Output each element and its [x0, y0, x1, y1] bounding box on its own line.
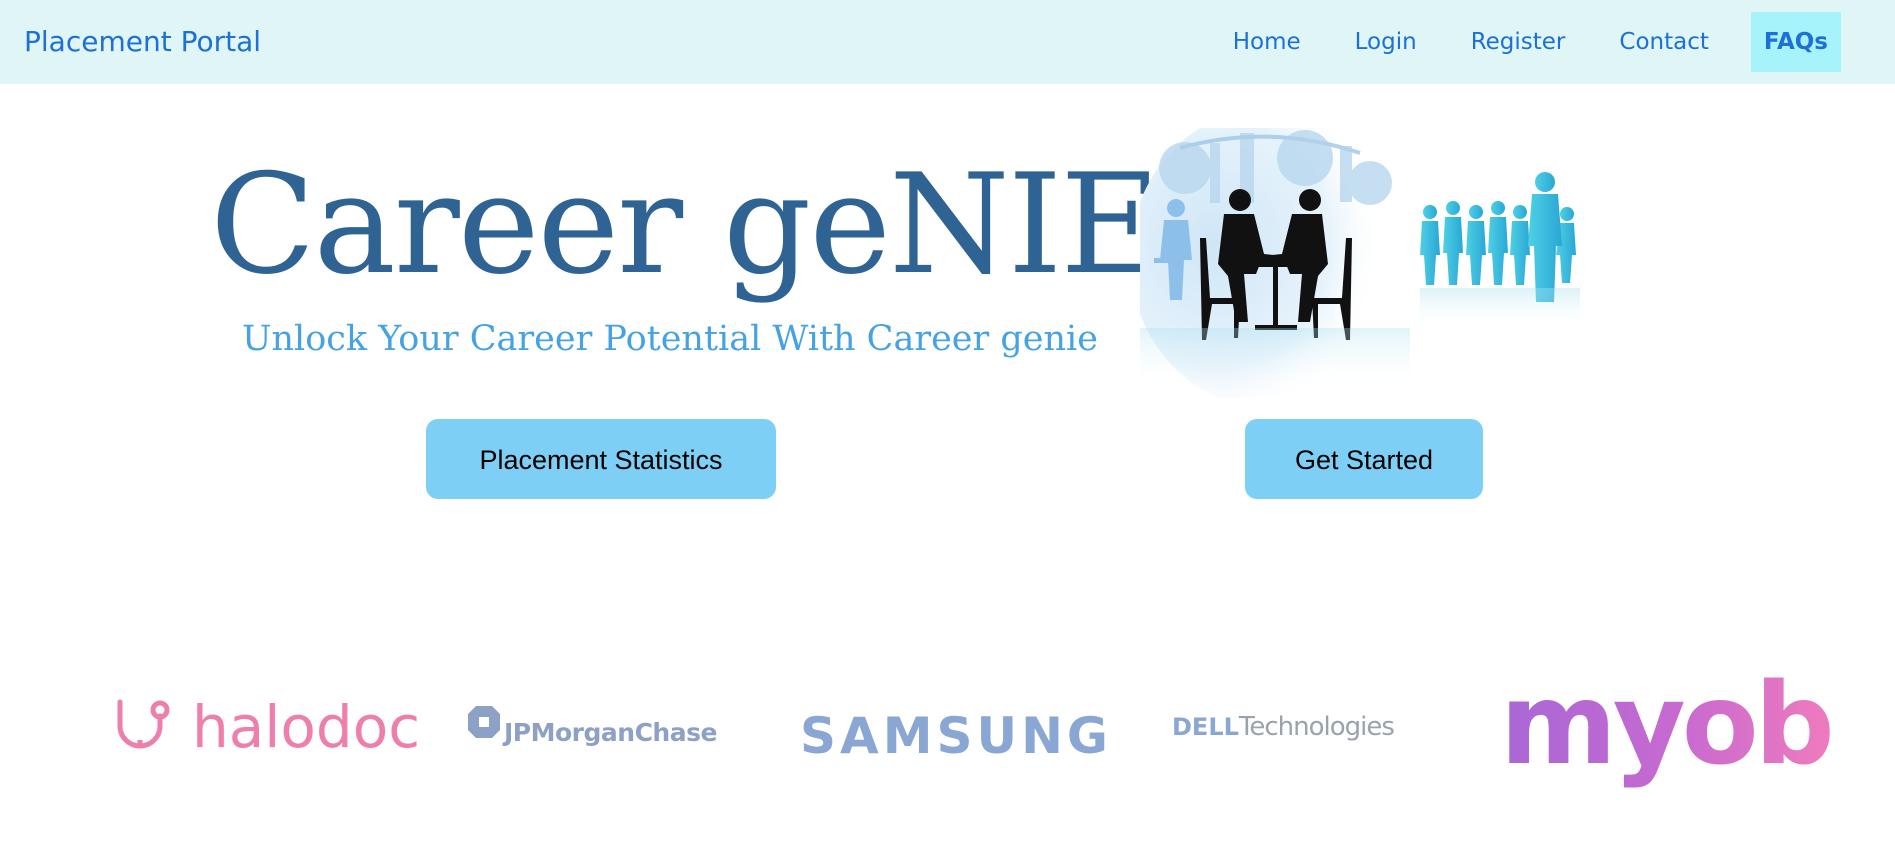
samsung-logo: SAMSUNG: [800, 706, 1108, 766]
business-meeting-silhouette-icon: [1140, 128, 1580, 398]
stethoscope-icon: [117, 699, 170, 749]
nav-link-contact[interactable]: Contact: [1592, 12, 1735, 72]
nav-link-login[interactable]: Login: [1328, 12, 1444, 72]
nav-links: Home Login Register Contact FAQs: [1206, 12, 1841, 72]
samsung-wordmark: SAMSUNG: [800, 707, 1112, 765]
hero-title: Career geNIE: [210, 144, 1161, 305]
jpmorgan-wordmark: JPMorganChase: [504, 718, 717, 747]
nav-link-home[interactable]: Home: [1206, 12, 1328, 72]
octagon-icon: [468, 706, 500, 738]
myob-logo: myob: [1500, 669, 1835, 795]
dell-technologies-logo: DELLTechnologies: [1172, 712, 1422, 752]
nav-link-faqs[interactable]: FAQs: [1750, 12, 1841, 72]
placement-statistics-button[interactable]: Placement Statistics: [426, 419, 776, 499]
brand-link[interactable]: Placement Portal: [24, 0, 261, 84]
myob-wordmark: myob: [1500, 660, 1835, 790]
halodoc-logo: halodoc: [114, 693, 420, 761]
dell-wordmark: DELL: [1172, 713, 1239, 741]
navbar: Placement Portal Home Login Register Con…: [0, 0, 1895, 84]
halodoc-wordmark: halodoc: [192, 693, 421, 761]
company-logos: halodoc JPMorganChase SAMSUNG DELLTechno…: [0, 660, 1895, 800]
jpmorgan-chase-logo: JPMorganChase: [468, 706, 748, 756]
get-started-button[interactable]: Get Started: [1245, 419, 1483, 499]
hero-subtitle: Unlock Your Career Potential With Career…: [242, 319, 1098, 359]
technologies-wordmark: Technologies: [1238, 712, 1395, 742]
nav-link-register[interactable]: Register: [1444, 12, 1593, 72]
